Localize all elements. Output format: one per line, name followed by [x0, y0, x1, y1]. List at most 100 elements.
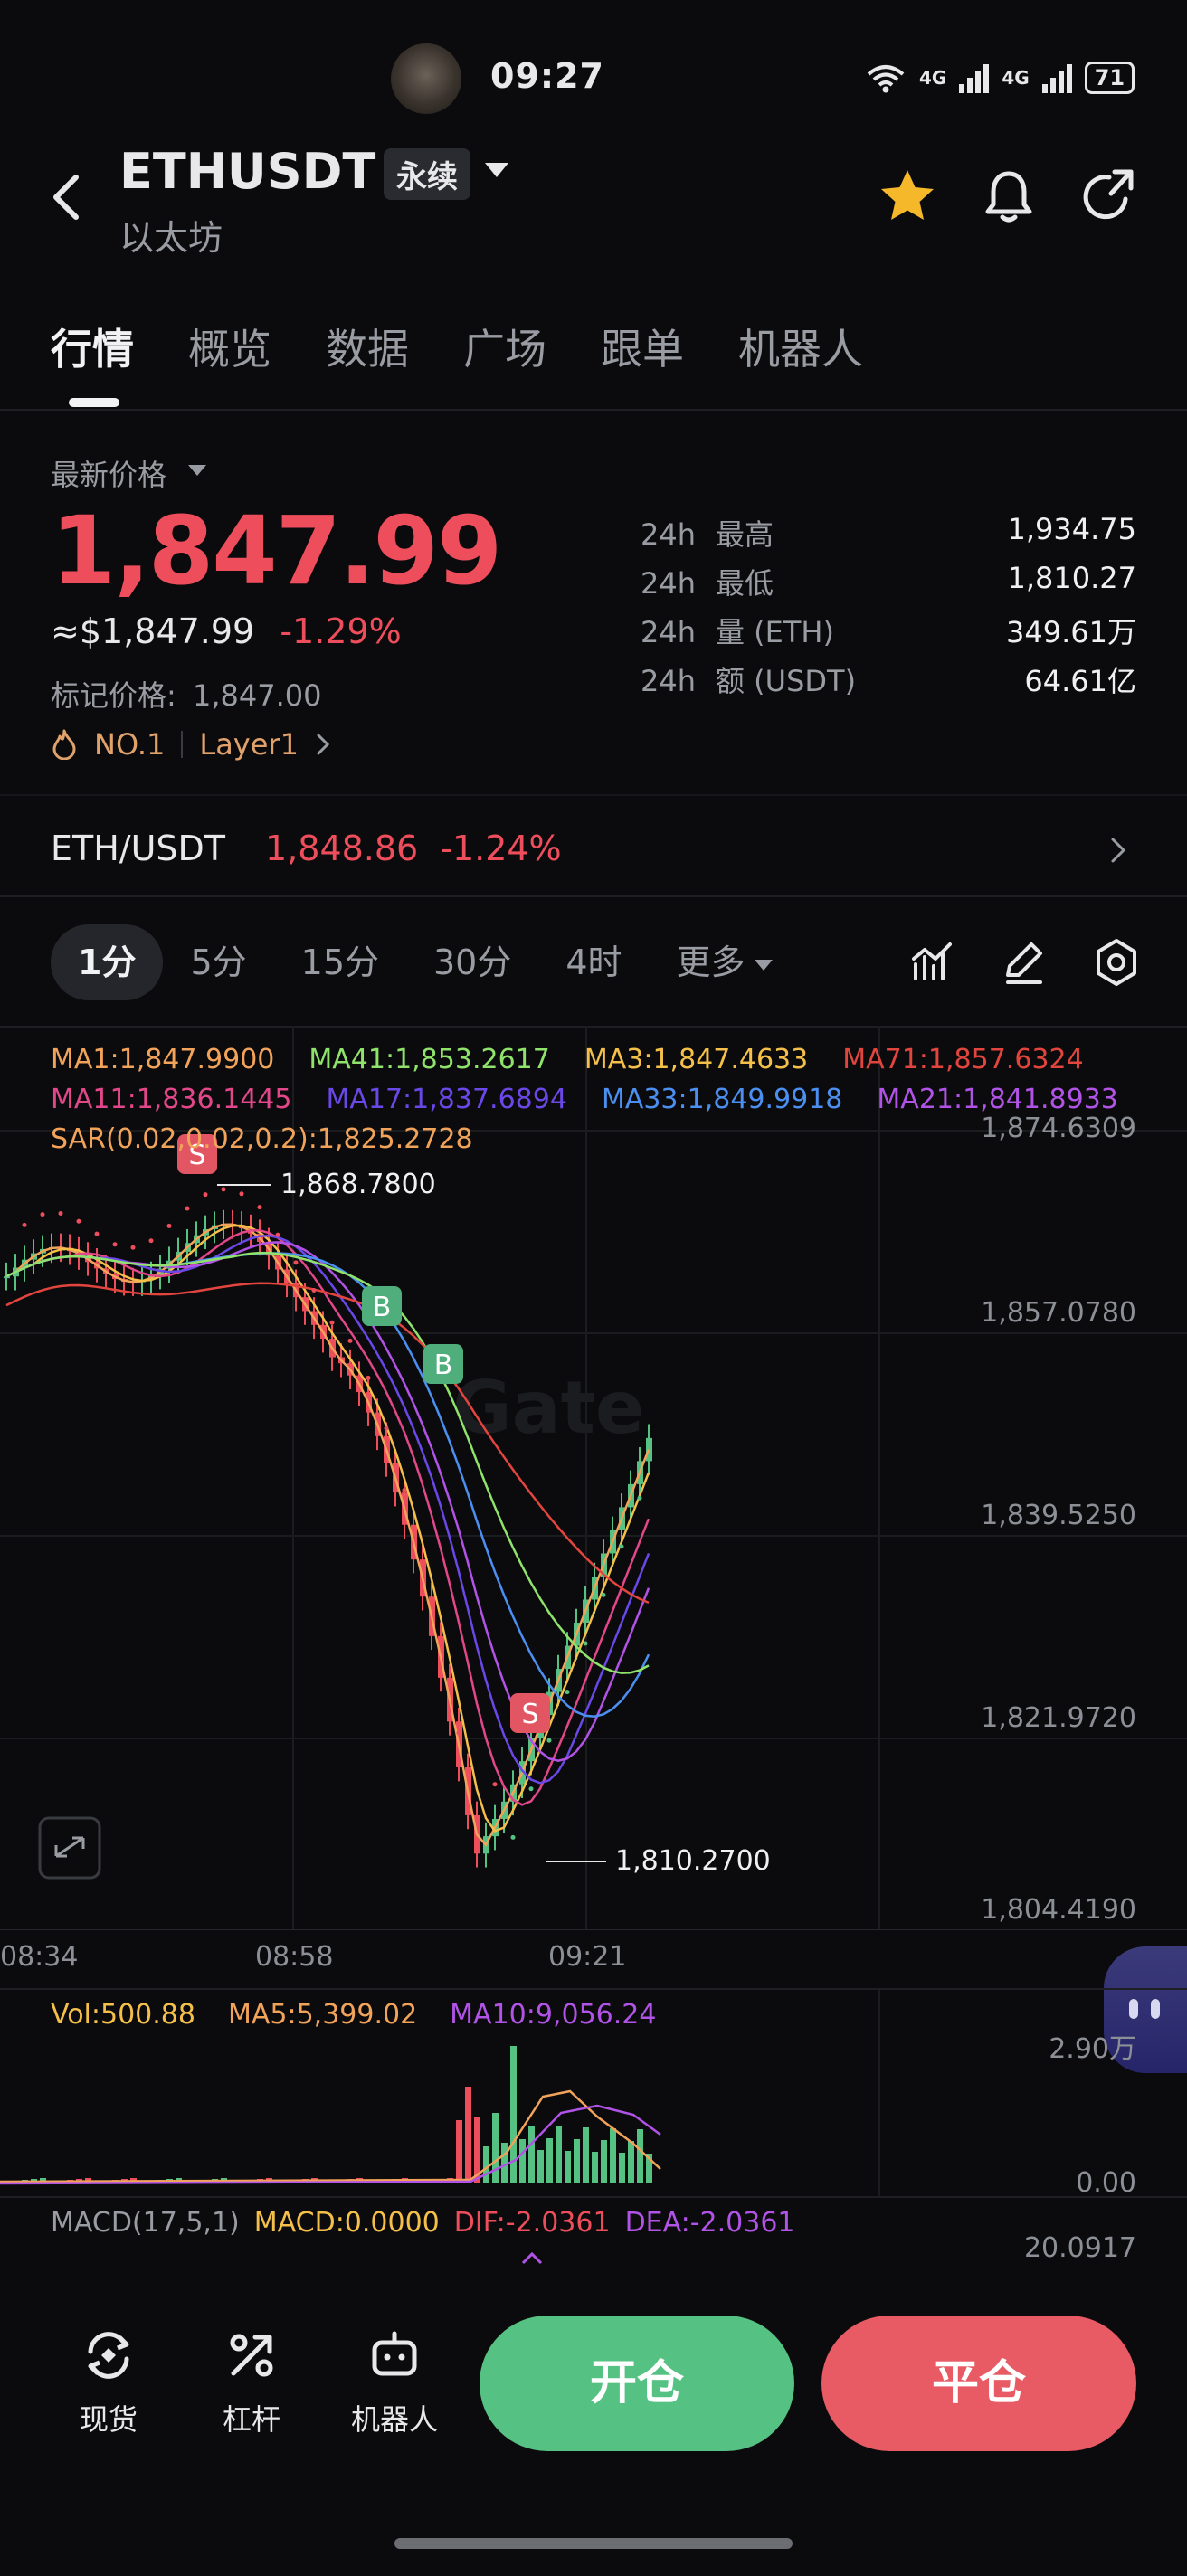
- expand-icon: [54, 1836, 85, 1858]
- sar-dot: [257, 1205, 262, 1210]
- tab-bots[interactable]: 机器人: [738, 317, 863, 376]
- tab-market[interactable]: 行情: [51, 317, 134, 376]
- sar-label: SAR(0.02,0.02,0.2):1,825.2728: [51, 1123, 473, 1155]
- sar-dot: [166, 1223, 172, 1228]
- signal2-icon: [1041, 62, 1072, 93]
- sar-dot: [58, 1210, 63, 1216]
- interval-30m[interactable]: 30分: [406, 924, 538, 1000]
- chevron-down-icon[interactable]: [485, 163, 508, 177]
- high-price-label: 1,868.7800: [280, 1169, 436, 1200]
- y-tick: 1,821.9720: [981, 1702, 1136, 1734]
- open-position-button[interactable]: 开仓: [480, 2316, 794, 2451]
- macd-dif: DIF:-2.0361: [453, 2207, 611, 2239]
- battery-icon: 71: [1084, 62, 1135, 94]
- last-price-label[interactable]: 最新价格: [51, 452, 166, 494]
- sar-dot: [221, 1187, 226, 1192]
- user-avatar[interactable]: [391, 43, 461, 114]
- volume-bar: [610, 2128, 616, 2183]
- header: ETHUSDT 永续 以太坊: [0, 136, 1187, 262]
- volume-bars: [4, 2046, 652, 2183]
- sar-dot: [528, 1786, 534, 1792]
- sar-dot: [492, 1782, 498, 1787]
- star-icon[interactable]: [876, 165, 939, 228]
- interval-4h[interactable]: 4时: [538, 924, 649, 1000]
- nav-margin-label: 杠杆: [222, 2402, 280, 2437]
- tab-overview[interactable]: 概览: [188, 317, 271, 376]
- wifi-icon: [867, 65, 905, 93]
- sar-dot: [130, 1245, 136, 1250]
- ma1-label: MA1:1,847.9900: [51, 1044, 275, 1075]
- nav-bots[interactable]: 机器人: [340, 2326, 449, 2439]
- category-tag: Layer1: [199, 727, 299, 762]
- interval-more[interactable]: 更多: [650, 924, 800, 1000]
- sar-dot: [185, 1206, 190, 1211]
- tab-active-indicator: [69, 398, 119, 407]
- spot-change: -1.24%: [440, 829, 562, 868]
- spot-price: 1,848.86: [265, 829, 419, 868]
- sar-dot: [366, 1375, 371, 1380]
- nav-spot[interactable]: 现货: [54, 2326, 163, 2439]
- divider: [0, 794, 1187, 796]
- volume-chart: [0, 1990, 880, 2198]
- symbol-title[interactable]: ETHUSDT: [119, 143, 375, 200]
- ma21-line: [5, 1241, 650, 1763]
- ma21-label: MA21:1,841.8933: [877, 1084, 1118, 1115]
- interval-1m[interactable]: 1分: [51, 924, 164, 1000]
- ma17-label: MA17:1,837.6894: [326, 1084, 567, 1115]
- volume-bar: [565, 2151, 571, 2183]
- network-label: 4G: [919, 67, 947, 89]
- chevron-right-icon[interactable]: [1107, 832, 1131, 868]
- sar-dot: [384, 1425, 389, 1431]
- usd-price-line: ≈$1,847.99 -1.29%: [51, 611, 402, 651]
- 24h-stats: 24h 最高 1,934.75 24h 最低 1,810.27 24h 量 (ETH)…: [641, 512, 1136, 707]
- nav-margin[interactable]: 杠杆: [197, 2326, 306, 2439]
- indicator-icon[interactable]: [908, 937, 959, 988]
- spot-pair: ETH/USDT: [51, 829, 226, 868]
- draw-pen-icon[interactable]: [999, 937, 1049, 988]
- mark-price-value: 1,847.00: [192, 678, 322, 713]
- ma71-label: MA71:1,857.6324: [842, 1044, 1084, 1075]
- volume-bar: [528, 2126, 535, 2183]
- tab-data[interactable]: 数据: [326, 317, 409, 376]
- tab-copy-trading[interactable]: 跟单: [601, 317, 684, 376]
- stat-turnover: 24h 额 (USDT) 64.61亿: [641, 664, 1136, 698]
- interval-5m[interactable]: 5分: [163, 924, 273, 1000]
- sar-dot: [583, 1641, 588, 1646]
- x-tick: 09:21: [548, 1941, 627, 1973]
- sar-dot: [438, 1641, 443, 1646]
- last-price: 1,847.99: [51, 496, 502, 606]
- ma3-label: MA3:1,847.4633: [584, 1044, 809, 1075]
- kline-svg[interactable]: Gate SBBS: [0, 1026, 1187, 1930]
- macd-caret-icon: [521, 2251, 543, 2265]
- caret-down-icon[interactable]: [188, 465, 206, 476]
- y-tick: 1,804.4190: [981, 1894, 1136, 1926]
- kline-chart[interactable]: Gate SBBS MA1:1,847.9900 MA41:1,853.2617…: [0, 1026, 1187, 1930]
- mark-price-line: 标记价格: 1,847.00: [51, 673, 321, 715]
- tab-square[interactable]: 广场: [463, 317, 546, 376]
- contract-type-badge[interactable]: 永续: [384, 148, 470, 200]
- sar-dot: [329, 1320, 335, 1325]
- sar-dot: [275, 1232, 280, 1237]
- volume-bar: [601, 2140, 607, 2183]
- volume-bar: [465, 2087, 471, 2183]
- share-icon[interactable]: [1078, 165, 1142, 228]
- stat-high: 24h 最高 1,934.75: [641, 512, 1136, 552]
- x-tick: 08:34: [0, 1941, 79, 1973]
- ma1-line: [5, 1223, 650, 1847]
- volume-bar: [456, 2120, 462, 2183]
- spot-price-row[interactable]: ETH/USDT 1,848.86 -1.24%: [51, 829, 562, 868]
- bell-icon[interactable]: [977, 165, 1040, 228]
- back-arrow-icon[interactable]: [47, 170, 87, 224]
- volume-bar: [546, 2138, 553, 2183]
- price-change: -1.29%: [280, 611, 402, 651]
- stat-low: 24h 最低 1,810.27: [641, 561, 1136, 601]
- sar-dot: [546, 1738, 552, 1743]
- interval-15m[interactable]: 15分: [274, 924, 406, 1000]
- tag-line[interactable]: NO.1 Layer1: [51, 727, 331, 762]
- network2-label: 4G: [1002, 67, 1030, 89]
- sar-dot: [311, 1288, 317, 1293]
- ma-legend-row2: MA11:1,836.1445 MA17:1,837.6894 MA33:1,8…: [51, 1084, 1118, 1115]
- close-position-button[interactable]: 平仓: [821, 2316, 1136, 2451]
- settings-icon[interactable]: [1091, 937, 1142, 988]
- divider: [181, 731, 184, 758]
